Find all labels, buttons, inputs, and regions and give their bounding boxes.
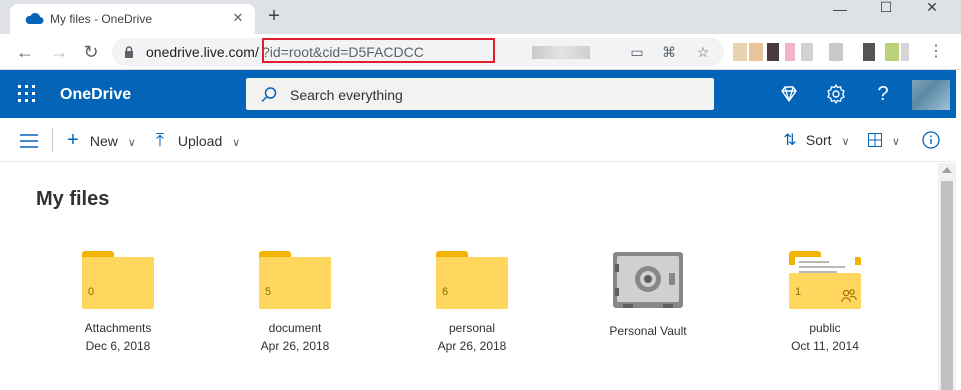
view-switcher-button[interactable]: ∨ [868, 130, 900, 150]
back-icon[interactable]: ← [14, 41, 36, 63]
item-name[interactable]: Attachments [58, 321, 178, 335]
extension-icon[interactable] [785, 43, 795, 61]
tab-close-icon[interactable]: ✕ [230, 10, 246, 26]
grid-view-icon [868, 133, 882, 147]
item-name[interactable]: public [765, 321, 885, 335]
item-count: 6 [442, 286, 449, 298]
reload-icon[interactable]: ↻ [80, 41, 102, 63]
upload-label: Upload [177, 133, 223, 149]
brand-title[interactable]: OneDrive [60, 86, 131, 104]
extension-icon[interactable] [749, 43, 763, 61]
settings-icon[interactable] [824, 82, 848, 106]
hamburger-menu-icon[interactable] [20, 134, 38, 148]
cast-icon[interactable]: ▭ [628, 43, 646, 61]
item-count: 1 [795, 286, 802, 298]
folder-icon: 6 [436, 251, 508, 309]
scrollbar-thumb[interactable] [941, 181, 953, 390]
item-date: Apr 26, 2018 [437, 339, 507, 353]
new-tab-button[interactable]: + [264, 6, 284, 26]
search-box[interactable]: Search everything [246, 78, 714, 110]
sort-icon: ⇅ [783, 132, 797, 149]
maximize-icon[interactable]: ☐ [866, 0, 906, 16]
item-date: Dec 6, 2018 [85, 339, 151, 353]
url-host: onedrive.live.com/ [146, 44, 259, 60]
sort-button[interactable]: ⇅ Sort ∨ [782, 130, 850, 150]
folder-icon: 5 [259, 251, 331, 309]
new-label: New [89, 133, 118, 149]
search-placeholder: Search everything [290, 87, 403, 103]
plus-icon: + [67, 129, 79, 151]
command-divider [52, 128, 53, 152]
shared-folder-icon: 1 [789, 251, 861, 309]
folder-icon: 0 [82, 251, 154, 309]
upload-button[interactable]: ⤒ Upload ∨ [152, 130, 240, 150]
tab-title: My files - OneDrive [50, 12, 153, 26]
search-icon [261, 87, 277, 103]
item-count: 0 [88, 286, 95, 298]
star-icon[interactable]: ☆ [694, 43, 712, 61]
help-icon[interactable]: ? [871, 82, 895, 106]
extension-icon[interactable] [767, 43, 779, 61]
chevron-down-icon: ∨ [841, 136, 850, 148]
item-date: Oct 11, 2014 [791, 339, 859, 353]
avatar[interactable] [912, 80, 950, 110]
shared-folder-item[interactable]: 1 public Oct 11, 2014 [765, 251, 885, 353]
vertical-scrollbar[interactable] [938, 163, 956, 390]
item-name[interactable]: personal [412, 321, 532, 335]
extension-icon[interactable] [901, 43, 909, 61]
page-title: My files [36, 188, 110, 210]
chevron-down-icon: ∨ [891, 136, 900, 148]
extension-icon[interactable] [829, 43, 843, 61]
extension-icon[interactable] [885, 43, 899, 61]
window-close-icon[interactable]: ✕ [912, 0, 952, 16]
item-name[interactable]: Personal Vault [588, 324, 708, 338]
onedrive-header: OneDrive Search everything ? [0, 70, 961, 118]
safe-icon [613, 252, 683, 308]
files-content: My files 0 Attachments Dec 6, 2018 5 doc… [0, 163, 938, 390]
info-icon[interactable] [922, 131, 940, 149]
new-button[interactable]: + New ∨ [64, 130, 136, 150]
browser-tab-strip: My files - OneDrive ✕ + — ☐ ✕ [0, 0, 961, 34]
url-highlight-box [262, 38, 495, 63]
folder-item[interactable]: 0 Attachments Dec 6, 2018 [58, 251, 178, 353]
chevron-down-icon: ∨ [232, 137, 241, 149]
menu-icon[interactable]: ⋮ [928, 42, 944, 62]
upload-arrow-icon: ⤒ [156, 130, 164, 150]
onedrive-cloud-icon [25, 12, 44, 24]
browser-tab[interactable]: My files - OneDrive ✕ [10, 4, 255, 34]
translate-icon[interactable]: ⌘ [660, 43, 678, 61]
forward-icon[interactable]: → [48, 41, 70, 63]
item-date: Apr 26, 2018 [260, 339, 330, 353]
lock-icon [125, 46, 133, 58]
shared-people-icon [841, 289, 857, 303]
extension-icon[interactable] [863, 43, 875, 61]
extension-icon[interactable] [801, 43, 813, 61]
chevron-down-icon: ∨ [127, 137, 136, 149]
folder-item[interactable]: 5 document Apr 26, 2018 [235, 251, 355, 353]
waffle-icon[interactable] [18, 85, 36, 103]
premium-diamond-icon[interactable] [777, 82, 801, 106]
scroll-up-icon[interactable] [942, 167, 952, 173]
window-edge [956, 70, 961, 390]
item-name[interactable]: document [235, 321, 355, 335]
minimize-icon[interactable]: — [820, 2, 860, 18]
sort-label: Sort [805, 132, 832, 148]
item-count: 5 [265, 286, 272, 298]
command-bar: + New ∨ ⤒ Upload ∨ ⇅ Sort ∨ ∨ [0, 118, 961, 162]
folder-item[interactable]: 6 personal Apr 26, 2018 [412, 251, 532, 353]
redacted-url-segment [532, 46, 590, 59]
extension-icon[interactable] [733, 43, 747, 61]
vault-item[interactable]: Personal Vault [588, 251, 708, 342]
